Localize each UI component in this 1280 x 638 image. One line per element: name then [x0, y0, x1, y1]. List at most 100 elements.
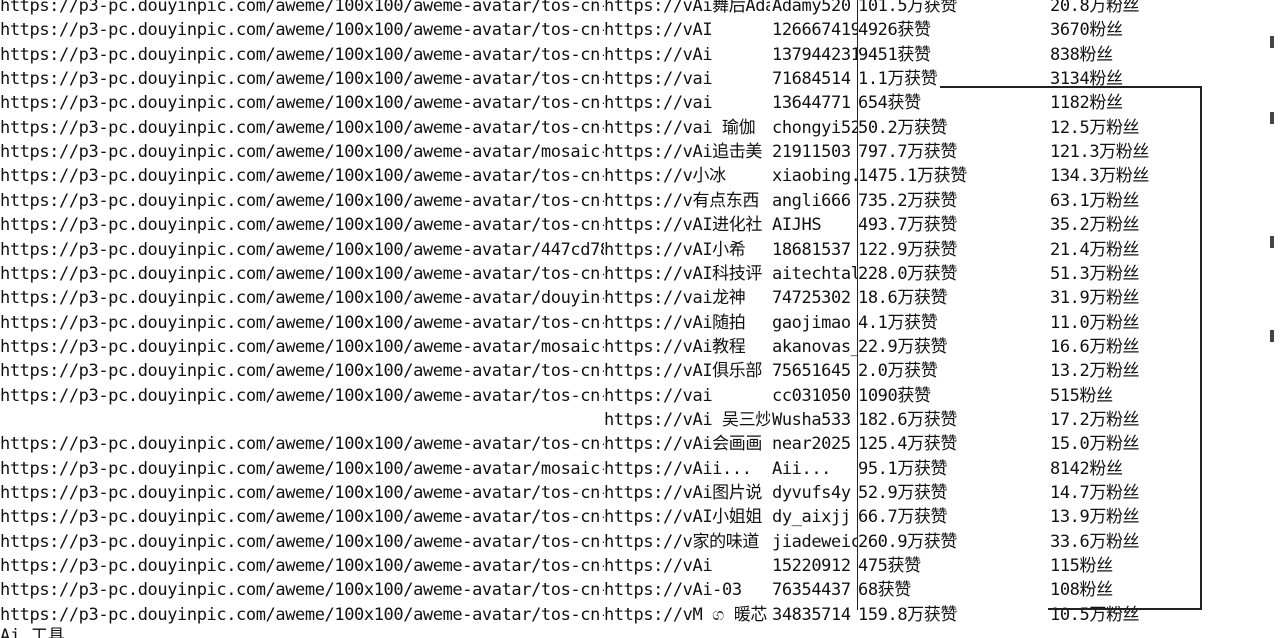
fans-count-cell[interactable]: 14.7万粉丝 [1050, 481, 1250, 505]
user-id-cell[interactable]: cc031050 [772, 384, 858, 408]
user-id-cell[interactable]: 126667419 [772, 18, 858, 42]
avatar-url-cell[interactable]: https://p3-pc.douyinpic.com/aweme/100x10… [0, 432, 604, 456]
user-id-cell[interactable]: jiadeweic [772, 530, 858, 554]
likes-count-cell[interactable]: 1090获赞 [858, 384, 1048, 408]
table-row[interactable]: https://p3-pc.douyinpic.com/aweme/100x10… [0, 505, 1280, 529]
likes-count-cell[interactable]: 122.9万获赞 [858, 238, 1048, 262]
likes-count-cell[interactable]: 260.9万获赞 [858, 530, 1048, 554]
avatar-url-cell[interactable]: https://p3-pc.douyinpic.com/aweme/100x10… [0, 164, 604, 188]
fans-count-cell[interactable]: 17.2万粉丝 [1050, 408, 1250, 432]
fans-count-cell[interactable]: 13.2万粉丝 [1050, 359, 1250, 383]
fans-count-cell[interactable]: 31.9万粉丝 [1050, 286, 1250, 310]
avatar-url-cell[interactable]: https://p3-pc.douyinpic.com/aweme/100x10… [0, 359, 604, 383]
profile-url-cell[interactable]: https://vai [604, 67, 770, 91]
avatar-url-cell[interactable]: https://p3-pc.douyinpic.com/aweme/100x10… [0, 554, 604, 578]
avatar-url-cell[interactable]: https://p3-pc.douyinpic.com/aweme/100x10… [0, 603, 604, 627]
avatar-url-cell[interactable]: https://p3-pc.douyinpic.com/aweme/100x10… [0, 530, 604, 554]
table-row[interactable]: https://p3-pc.douyinpic.com/aweme/100x10… [0, 554, 1280, 578]
table-row[interactable]: https://p3-pc.douyinpic.com/aweme/100x10… [0, 43, 1280, 67]
table-row[interactable]: https://vAi 吴三炒 Wusha533 182.6万获赞 17.2万粉丝 [0, 408, 1280, 432]
avatar-url-cell[interactable]: https://p3-pc.douyinpic.com/aweme/100x10… [0, 311, 604, 335]
profile-url-cell[interactable]: https://vai龙神 [604, 286, 770, 310]
likes-count-cell[interactable]: 22.9万获赞 [858, 335, 1048, 359]
profile-url-cell[interactable]: https://vAi-03 [604, 578, 770, 602]
user-id-cell[interactable]: akanovas_ [772, 335, 858, 359]
likes-count-cell[interactable]: 493.7万获赞 [858, 213, 1048, 237]
likes-count-cell[interactable]: 66.7万获赞 [858, 505, 1048, 529]
profile-url-cell[interactable]: https://vAI科技评 [604, 262, 770, 286]
avatar-url-cell[interactable]: https://p3-pc.douyinpic.com/aweme/100x10… [0, 481, 604, 505]
fans-count-cell[interactable]: 13.9万粉丝 [1050, 505, 1250, 529]
user-id-cell[interactable]: aitechtal [772, 262, 858, 286]
fans-count-cell[interactable]: 35.2万粉丝 [1050, 213, 1250, 237]
table-row[interactable]: https://p3-pc.douyinpic.com/aweme/100x10… [0, 384, 1280, 408]
table-row[interactable]: https://p3-pc.douyinpic.com/aweme/100x10… [0, 335, 1280, 359]
table-row[interactable]: https://p3-pc.douyinpic.com/aweme/100x10… [0, 238, 1280, 262]
avatar-url-cell[interactable]: https://p3-pc.douyinpic.com/aweme/100x10… [0, 384, 604, 408]
avatar-url-cell[interactable]: https://p3-pc.douyinpic.com/aweme/100x10… [0, 457, 604, 481]
avatar-url-cell[interactable]: https://p3-pc.douyinpic.com/aweme/100x10… [0, 213, 604, 237]
avatar-url-cell[interactable]: https://p3-pc.douyinpic.com/aweme/100x10… [0, 18, 604, 42]
likes-count-cell[interactable]: 654获赞 [858, 91, 1048, 115]
fans-count-cell[interactable]: 8142粉丝 [1050, 457, 1250, 481]
likes-count-cell[interactable]: 159.8万获赞 [858, 603, 1048, 627]
fans-count-cell[interactable]: 121.3万粉丝 [1050, 140, 1250, 164]
profile-url-cell[interactable]: https://vAi舞后Ada [604, 0, 770, 18]
likes-count-cell[interactable]: 797.7万获赞 [858, 140, 1048, 164]
table-row[interactable]: https://p3-pc.douyinpic.com/aweme/100x10… [0, 578, 1280, 602]
user-id-cell[interactable]: 71684514 [772, 67, 858, 91]
profile-url-cell[interactable]: https://v家的味道 [604, 530, 770, 554]
likes-count-cell[interactable]: 50.2万获赞 [858, 116, 1048, 140]
table-row[interactable]: https://p3-pc.douyinpic.com/aweme/100x10… [0, 311, 1280, 335]
table-row[interactable]: https://p3-pc.douyinpic.com/aweme/100x10… [0, 140, 1280, 164]
table-row[interactable]: https://p3-pc.douyinpic.com/aweme/100x10… [0, 481, 1280, 505]
fans-count-cell[interactable]: 115粉丝 [1050, 554, 1250, 578]
profile-url-cell[interactable]: https://vAI俱乐部 [604, 359, 770, 383]
table-row[interactable]: https://p3-pc.douyinpic.com/aweme/100x10… [0, 530, 1280, 554]
profile-url-cell[interactable]: https://vAi会画画 [604, 432, 770, 456]
table-row[interactable]: https://p3-pc.douyinpic.com/aweme/100x10… [0, 164, 1280, 188]
profile-url-cell[interactable]: https://vAI小姐姐 [604, 505, 770, 529]
user-id-cell[interactable]: chongyi52 [772, 116, 858, 140]
table-row[interactable]: https://p3-pc.douyinpic.com/aweme/100x10… [0, 213, 1280, 237]
user-id-cell[interactable]: 21911503 [772, 140, 858, 164]
likes-count-cell[interactable]: 125.4万获赞 [858, 432, 1048, 456]
user-id-cell[interactable]: dyvufs4y [772, 481, 858, 505]
fans-count-cell[interactable]: 515粉丝 [1050, 384, 1250, 408]
likes-count-cell[interactable]: 18.6万获赞 [858, 286, 1048, 310]
likes-count-cell[interactable]: 182.6万获赞 [858, 408, 1048, 432]
avatar-url-cell[interactable]: https://p3-pc.douyinpic.com/aweme/100x10… [0, 140, 604, 164]
profile-url-cell[interactable]: https://vai [604, 91, 770, 115]
user-id-cell[interactable]: 74725302 [772, 286, 858, 310]
user-id-cell[interactable]: 76354437 [772, 578, 858, 602]
likes-count-cell[interactable]: 735.2万获赞 [858, 189, 1048, 213]
fans-count-cell[interactable]: 16.6万粉丝 [1050, 335, 1250, 359]
fans-count-cell[interactable]: 21.4万粉丝 [1050, 238, 1250, 262]
avatar-url-cell[interactable]: https://p3-pc.douyinpic.com/aweme/100x10… [0, 286, 604, 310]
profile-url-cell[interactable]: https://vAI [604, 18, 770, 42]
user-id-cell[interactable]: 137944231 [772, 43, 858, 67]
user-id-cell[interactable]: xiaobing. [772, 164, 858, 188]
user-id-cell[interactable]: 75651645 [772, 359, 858, 383]
fans-count-cell[interactable]: 51.3万粉丝 [1050, 262, 1250, 286]
fans-count-cell[interactable]: 63.1万粉丝 [1050, 189, 1250, 213]
avatar-url-cell[interactable]: https://p3-pc.douyinpic.com/aweme/100x10… [0, 238, 604, 262]
likes-count-cell[interactable]: 475获赞 [858, 554, 1048, 578]
user-id-cell[interactable]: Wusha533 [772, 408, 858, 432]
profile-url-cell[interactable]: https://vAI小希 [604, 238, 770, 262]
avatar-url-cell[interactable]: https://p3-pc.douyinpic.com/aweme/100x10… [0, 335, 604, 359]
table-row[interactable]: https://p3-pc.douyinpic.com/aweme/100x10… [0, 286, 1280, 310]
profile-url-cell[interactable]: https://vai 瑜伽 [604, 116, 770, 140]
user-id-cell[interactable]: angli666 [772, 189, 858, 213]
profile-url-cell[interactable]: https://vAi [604, 554, 770, 578]
table-row[interactable]: https://p3-pc.douyinpic.com/aweme/100x10… [0, 603, 1280, 627]
likes-count-cell[interactable]: 1475.1万获赞 [858, 164, 1048, 188]
profile-url-cell[interactable]: https://vAi教程 [604, 335, 770, 359]
fans-count-cell[interactable]: 15.0万粉丝 [1050, 432, 1250, 456]
fans-count-cell[interactable]: 134.3万粉丝 [1050, 164, 1250, 188]
table-row[interactable]: https://p3-pc.douyinpic.com/aweme/100x10… [0, 457, 1280, 481]
profile-url-cell[interactable]: https://vAi追击美 [604, 140, 770, 164]
fans-count-cell[interactable]: 12.5万粉丝 [1050, 116, 1250, 140]
avatar-url-cell[interactable]: https://p3-pc.douyinpic.com/aweme/100x10… [0, 0, 604, 18]
likes-count-cell[interactable]: 4926获赞 [858, 18, 1048, 42]
